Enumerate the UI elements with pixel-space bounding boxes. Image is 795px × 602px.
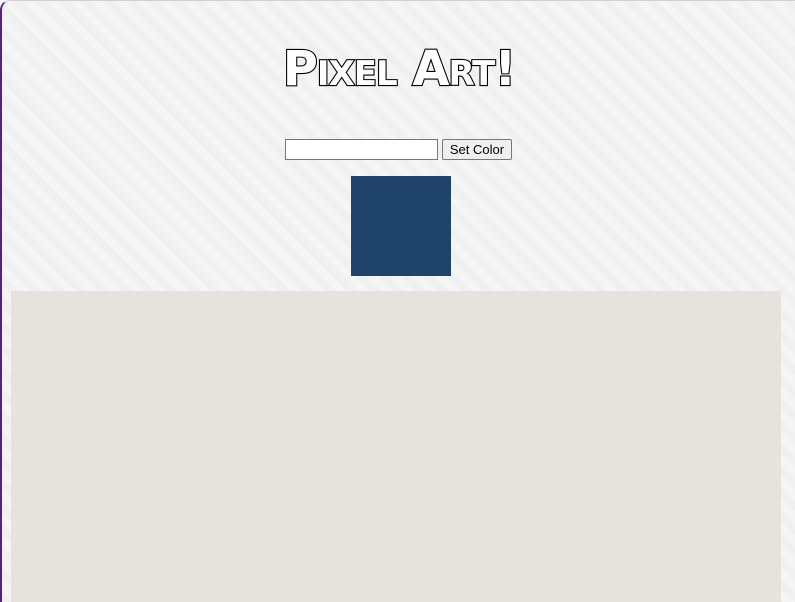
set-color-button[interactable]: Set Color: [441, 139, 513, 160]
title-graphic: Pixel Art!: [281, 41, 517, 97]
pixel-canvas[interactable]: [11, 291, 781, 602]
page-title: Pixel Art!: [2, 41, 795, 105]
color-controls: Set Color: [2, 139, 795, 160]
color-preview-swatch: [351, 176, 451, 276]
page-frame: Pixel Art! Set Color: [0, 0, 795, 602]
color-input[interactable]: [284, 139, 438, 160]
title-text: Pixel Art!: [282, 41, 515, 97]
